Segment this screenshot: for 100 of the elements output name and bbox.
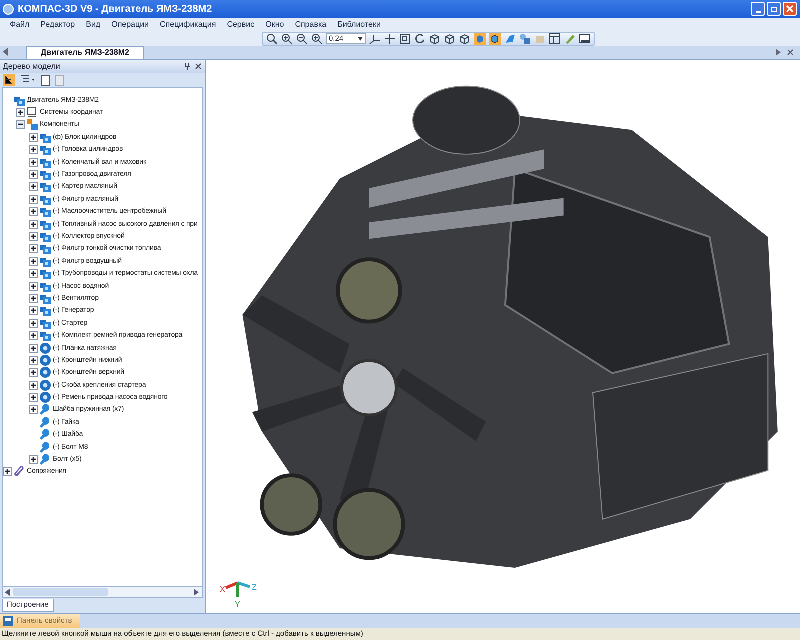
assembly-icon bbox=[40, 305, 51, 316]
tab-list-icon[interactable] bbox=[776, 49, 781, 56]
zoom-in-icon[interactable] bbox=[311, 32, 323, 44]
cube-icon[interactable] bbox=[444, 32, 456, 44]
expand-toggle-icon[interactable] bbox=[29, 405, 38, 414]
properties-panel-icon bbox=[3, 616, 13, 626]
expand-toggle-icon[interactable] bbox=[29, 282, 38, 291]
close-icon[interactable] bbox=[787, 49, 794, 56]
wrench-icon bbox=[40, 442, 51, 453]
assembly-icon bbox=[40, 230, 51, 242]
expand-toggle-icon[interactable] bbox=[29, 232, 38, 241]
part-icon bbox=[40, 380, 51, 391]
part-icon bbox=[40, 392, 51, 404]
minimize-button[interactable] bbox=[751, 2, 765, 16]
zoom-in-icon[interactable] bbox=[281, 32, 293, 44]
tree-view-icon[interactable] bbox=[3, 74, 15, 86]
close-button[interactable] bbox=[783, 2, 797, 16]
document-icon[interactable] bbox=[41, 74, 50, 86]
expand-toggle-icon[interactable] bbox=[29, 256, 38, 266]
assembly-icon bbox=[40, 256, 51, 267]
expand-toggle-icon[interactable] bbox=[29, 318, 38, 328]
expand-toggle-icon[interactable] bbox=[29, 244, 38, 254]
part-icon bbox=[40, 367, 51, 378]
expand-toggle-icon[interactable] bbox=[29, 356, 38, 365]
tree-options-icon[interactable] bbox=[20, 75, 36, 85]
expand-toggle-icon[interactable] bbox=[29, 331, 38, 340]
expand-toggle-icon[interactable] bbox=[29, 194, 38, 204]
part-icon bbox=[40, 354, 51, 366]
zoom-out-icon[interactable] bbox=[296, 32, 308, 44]
menu-item[interactable]: Сервис bbox=[227, 20, 255, 28]
close-icon[interactable] bbox=[195, 63, 202, 70]
collapse-toggle-icon[interactable] bbox=[16, 120, 25, 130]
assembly-icon bbox=[40, 268, 51, 280]
cube-icon[interactable] bbox=[429, 32, 441, 44]
document-tab[interactable]: Двигатель ЯМЗ-238М2 bbox=[26, 46, 144, 59]
expand-toggle-icon[interactable] bbox=[29, 158, 38, 167]
menu-item[interactable]: Вид bbox=[86, 20, 101, 28]
expand-toggle-icon[interactable] bbox=[29, 306, 38, 316]
restore-button[interactable] bbox=[767, 2, 781, 16]
menu-item[interactable]: Справка bbox=[295, 20, 327, 28]
zoom-icon[interactable] bbox=[266, 32, 278, 44]
expand-toggle-icon[interactable] bbox=[29, 220, 38, 229]
wrench-icon bbox=[40, 429, 51, 440]
close-icon bbox=[786, 5, 794, 13]
axes-icon[interactable] bbox=[369, 32, 381, 44]
assembly-icon bbox=[40, 181, 51, 192]
window-title: КОМПАС-3D V9 - Двигатель ЯМЗ-238М2 bbox=[18, 2, 212, 16]
menu-item[interactable]: Файл bbox=[10, 20, 30, 28]
assembly-icon bbox=[40, 132, 51, 143]
expand-toggle-icon[interactable] bbox=[29, 182, 38, 192]
rotate-icon[interactable] bbox=[414, 32, 426, 44]
paperclip-icon bbox=[14, 466, 25, 478]
axis-triad-drawing: X Y Z bbox=[220, 573, 262, 611]
wrench-icon bbox=[40, 416, 51, 428]
expand-toggle-icon[interactable] bbox=[29, 368, 38, 378]
assembly-icon bbox=[40, 156, 51, 168]
expand-toggle-icon[interactable] bbox=[29, 170, 38, 180]
menu-item[interactable]: Окно bbox=[266, 20, 284, 28]
pin-icon[interactable] bbox=[184, 63, 191, 70]
assembly-icon bbox=[40, 194, 51, 205]
assembly-icon bbox=[40, 169, 51, 180]
shaded-cube-icon[interactable] bbox=[489, 32, 501, 44]
table-icon[interactable] bbox=[549, 32, 561, 44]
assembly-icon bbox=[40, 243, 51, 254]
assembly-icon bbox=[40, 144, 51, 156]
menu-item[interactable]: Редактор bbox=[40, 20, 76, 28]
expand-toggle-icon[interactable] bbox=[29, 132, 38, 142]
assembly-icon bbox=[40, 206, 51, 218]
expand-toggle-icon[interactable] bbox=[29, 344, 38, 352]
window-icon[interactable] bbox=[579, 32, 591, 44]
expand-toggle-icon[interactable] bbox=[29, 207, 38, 216]
assembly-icon bbox=[40, 318, 51, 329]
expand-toggle-icon[interactable] bbox=[29, 380, 38, 390]
components-icon bbox=[27, 119, 38, 130]
expand-toggle-icon[interactable] bbox=[29, 455, 38, 464]
assembly-icon bbox=[40, 280, 51, 292]
expand-toggle-icon[interactable] bbox=[29, 393, 38, 402]
wrench-icon bbox=[40, 454, 51, 466]
expand-toggle-icon[interactable] bbox=[29, 145, 38, 154]
scroll-right-icon[interactable] bbox=[194, 588, 200, 596]
expand-toggle-icon[interactable] bbox=[29, 294, 38, 303]
expand-toggle-icon[interactable] bbox=[3, 467, 12, 476]
menu-item[interactable]: Библиотеки bbox=[338, 20, 381, 28]
expand-toggle-icon[interactable] bbox=[16, 108, 25, 118]
cube-icon[interactable] bbox=[459, 32, 471, 44]
wrench-icon bbox=[40, 404, 51, 416]
assembly-icon bbox=[40, 218, 51, 230]
assembly-icon bbox=[40, 330, 51, 342]
horizontal-scrollbar[interactable] bbox=[2, 587, 203, 598]
frame-icon[interactable] bbox=[399, 32, 411, 44]
scroll-left-icon[interactable] bbox=[3, 48, 9, 56]
move-icon[interactable] bbox=[384, 32, 396, 44]
coordinate-system-icon bbox=[27, 107, 38, 118]
expand-toggle-icon[interactable] bbox=[29, 269, 38, 278]
dropdown-caret-icon[interactable] bbox=[358, 36, 363, 40]
menu-item[interactable]: Операции bbox=[112, 20, 150, 28]
assembly-icon bbox=[40, 292, 51, 304]
menu-item[interactable]: Спецификация bbox=[160, 20, 216, 28]
scroll-left-icon[interactable] bbox=[5, 588, 11, 596]
part-icon bbox=[40, 342, 51, 354]
